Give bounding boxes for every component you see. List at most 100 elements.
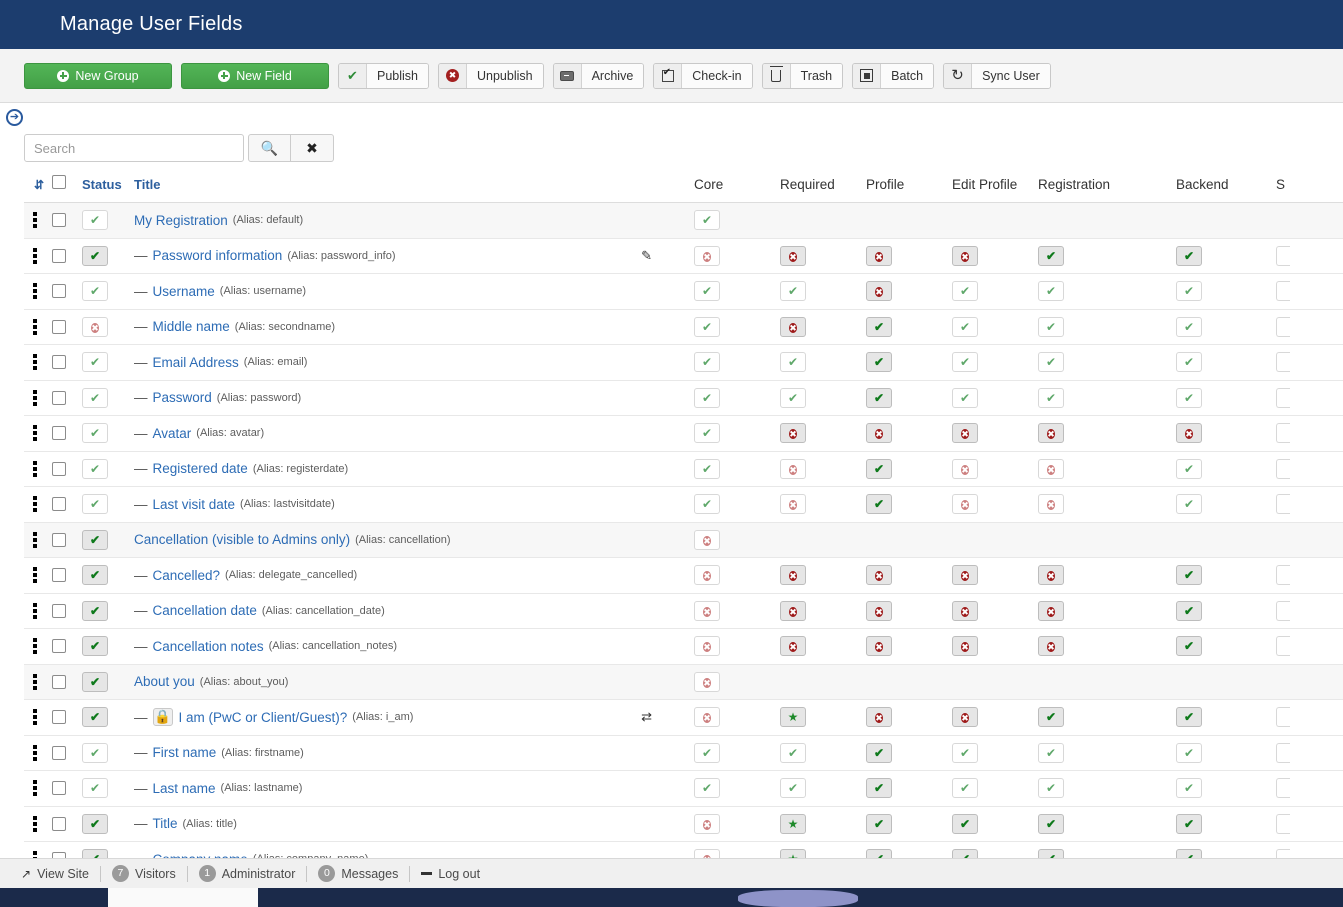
site-toggle[interactable] (1276, 245, 1290, 266)
administrator-item[interactable]: 1 Administrator (188, 865, 307, 882)
site-toggle[interactable] (1276, 316, 1290, 337)
edit-profile-toggle[interactable]: ✔ (952, 352, 978, 373)
field-title-link[interactable]: Cancelled? (153, 568, 221, 583)
backend-toggle[interactable]: ✔ (1176, 742, 1202, 763)
drag-handle-icon[interactable] (33, 496, 37, 513)
new-field-button[interactable]: New Field (181, 62, 329, 89)
trash-button[interactable]: Trash (761, 62, 844, 89)
shuffle-icon[interactable]: ⇄ (641, 709, 652, 725)
required-toggle[interactable]: ✔ (780, 281, 806, 302)
edit-profile-toggle[interactable]: ✖ (952, 565, 978, 586)
edit-profile-toggle[interactable]: ✔ (952, 813, 978, 834)
backend-toggle[interactable]: ✔ (1176, 707, 1202, 728)
core-toggle[interactable]: ✖ (694, 813, 720, 834)
field-title-link[interactable]: Last name (153, 781, 216, 796)
core-toggle[interactable]: ✖ (694, 529, 720, 550)
row-checkbox[interactable] (52, 639, 66, 654)
edit-profile-toggle[interactable]: ✔ (952, 281, 978, 302)
field-title-link[interactable]: Cancellation date (153, 603, 257, 618)
arrow-right-circle-icon[interactable]: ➔ (6, 109, 23, 126)
drag-handle-icon[interactable] (33, 567, 37, 584)
backend-toggle[interactable]: ✔ (1176, 387, 1202, 408)
drag-handle-icon[interactable] (33, 283, 37, 300)
core-toggle[interactable]: ✖ (694, 671, 720, 692)
row-checkbox[interactable] (52, 745, 66, 760)
profile-toggle[interactable]: ✔ (866, 316, 892, 337)
status-toggle[interactable]: ✔ (82, 671, 108, 692)
required-toggle[interactable]: ✖ (780, 565, 806, 586)
drag-handle-icon[interactable] (33, 602, 37, 619)
site-toggle[interactable] (1276, 494, 1290, 515)
drag-handle-icon[interactable] (33, 815, 37, 832)
field-title-link[interactable]: Username (153, 284, 215, 299)
status-toggle[interactable]: ✔ (82, 529, 108, 550)
profile-toggle[interactable]: ✔ (866, 778, 892, 799)
required-toggle[interactable]: ✖ (780, 600, 806, 621)
field-title-link[interactable]: Password (153, 390, 212, 405)
site-toggle[interactable] (1276, 813, 1290, 834)
registration-toggle[interactable]: ✔ (1038, 778, 1064, 799)
core-toggle[interactable]: ✖ (694, 565, 720, 586)
backend-toggle[interactable]: ✔ (1176, 494, 1202, 515)
site-toggle[interactable] (1276, 742, 1290, 763)
profile-toggle[interactable]: ✔ (866, 352, 892, 373)
drag-handle-icon[interactable] (33, 709, 37, 726)
row-checkbox[interactable] (52, 390, 66, 405)
required-toggle[interactable]: ★ (780, 707, 806, 728)
field-title-link[interactable]: I am (PwC or Client/Guest)? (179, 710, 348, 725)
pencil-icon[interactable]: ✎ (641, 248, 652, 264)
field-title-link[interactable]: Cancellation (visible to Admins only) (134, 532, 350, 547)
edit-profile-toggle[interactable]: ✔ (952, 778, 978, 799)
required-toggle[interactable]: ✔ (780, 742, 806, 763)
registration-toggle[interactable]: ✖ (1038, 458, 1064, 479)
field-title-link[interactable]: About you (134, 674, 195, 689)
site-toggle[interactable] (1276, 600, 1290, 621)
status-toggle[interactable]: ✔ (82, 707, 108, 728)
required-toggle[interactable]: ✔ (780, 352, 806, 373)
site-toggle[interactable] (1276, 565, 1290, 586)
profile-toggle[interactable]: ✖ (866, 707, 892, 728)
logout-link[interactable]: Log out (410, 867, 491, 881)
backend-toggle[interactable]: ✔ (1176, 778, 1202, 799)
edit-profile-toggle[interactable]: ✖ (952, 600, 978, 621)
visitors-item[interactable]: 7 Visitors (101, 865, 187, 882)
row-checkbox[interactable] (52, 319, 66, 334)
select-all-checkbox[interactable] (52, 175, 66, 189)
status-toggle[interactable]: ✔ (82, 387, 108, 408)
required-toggle[interactable]: ✖ (780, 245, 806, 266)
site-toggle[interactable] (1276, 352, 1290, 373)
row-checkbox[interactable] (52, 248, 66, 263)
status-toggle[interactable]: ✔ (82, 281, 108, 302)
registration-toggle[interactable]: ✔ (1038, 813, 1064, 834)
backend-toggle[interactable]: ✔ (1176, 316, 1202, 337)
backend-toggle[interactable]: ✔ (1176, 600, 1202, 621)
row-checkbox[interactable] (52, 710, 66, 725)
row-checkbox[interactable] (52, 284, 66, 299)
batch-button[interactable]: Batch (852, 62, 935, 89)
field-title-link[interactable]: Title (153, 816, 178, 831)
site-toggle[interactable] (1276, 707, 1290, 728)
registration-toggle[interactable]: ✔ (1038, 742, 1064, 763)
profile-toggle[interactable]: ✔ (866, 458, 892, 479)
row-checkbox[interactable] (52, 674, 66, 689)
view-site-link[interactable]: ↗ View Site (10, 867, 100, 881)
profile-toggle[interactable]: ✖ (866, 600, 892, 621)
backend-toggle[interactable]: ✔ (1176, 565, 1202, 586)
status-toggle[interactable]: ✔ (82, 636, 108, 657)
registration-toggle[interactable]: ✔ (1038, 387, 1064, 408)
col-title[interactable]: Title (134, 167, 694, 203)
archive-button[interactable]: Archive (552, 62, 645, 89)
core-toggle[interactable]: ✔ (694, 281, 720, 302)
row-checkbox[interactable] (52, 355, 66, 370)
site-toggle[interactable] (1276, 458, 1290, 479)
edit-profile-toggle[interactable]: ✖ (952, 458, 978, 479)
col-status[interactable]: Status (82, 167, 134, 203)
drag-handle-icon[interactable] (33, 354, 37, 371)
status-toggle[interactable]: ✔ (82, 352, 108, 373)
registration-toggle[interactable]: ✔ (1038, 316, 1064, 337)
row-checkbox[interactable] (52, 532, 66, 547)
core-toggle[interactable]: ✔ (694, 316, 720, 337)
profile-toggle[interactable]: ✖ (866, 281, 892, 302)
publish-button[interactable]: ✔ Publish (338, 62, 429, 89)
row-checkbox[interactable] (52, 213, 66, 228)
